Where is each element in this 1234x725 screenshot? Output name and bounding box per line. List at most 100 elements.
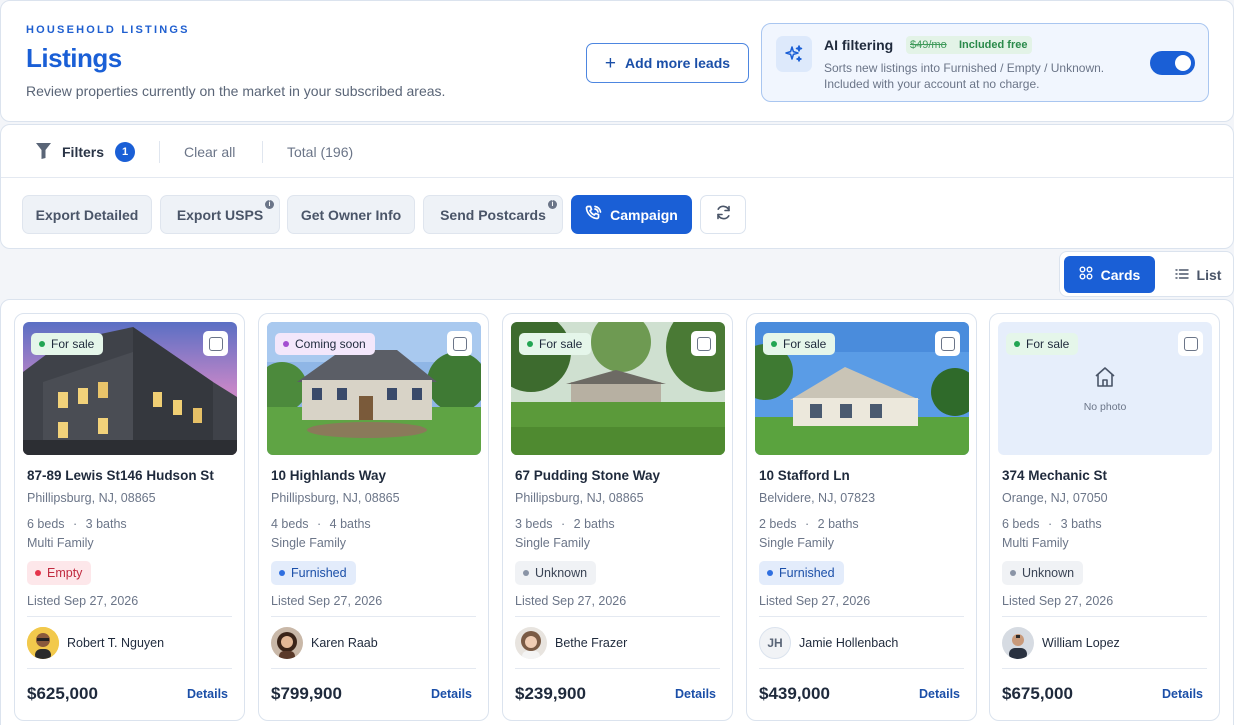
- beds: 4 beds: [271, 517, 309, 531]
- avatar: [271, 627, 303, 659]
- select-checkbox[interactable]: [935, 331, 960, 356]
- page-title: Listings: [26, 43, 122, 73]
- listing-address[interactable]: 10 Highlands Way: [271, 468, 386, 483]
- divider: [262, 141, 263, 163]
- details-link[interactable]: Details: [431, 687, 472, 701]
- owner-name: Karen Raab: [311, 636, 378, 650]
- details-link[interactable]: Details: [187, 687, 228, 701]
- export-detailed-button[interactable]: Export Detailed: [22, 195, 152, 234]
- avatar: [27, 627, 59, 659]
- list-icon: [1174, 267, 1189, 283]
- listing-card[interactable]: For sale 67 Pudding Stone Way Phillipsbu…: [502, 313, 733, 721]
- refresh-button[interactable]: [700, 195, 746, 234]
- listing-card[interactable]: For sale 87-89 Lewis St146 Hudson St Phi…: [14, 313, 245, 721]
- beds: 3 beds: [515, 517, 553, 531]
- details-link[interactable]: Details: [675, 687, 716, 701]
- details-link[interactable]: Details: [1162, 687, 1203, 701]
- listing-photo-placeholder[interactable]: No photo For sale: [998, 322, 1212, 455]
- refresh-icon: [715, 204, 732, 226]
- info-icon[interactable]: i: [265, 200, 274, 209]
- property-type: Single Family: [271, 536, 347, 550]
- furnishing-dot: [279, 570, 285, 576]
- beds-baths: 6 beds · 3 baths: [1002, 517, 1102, 531]
- no-photo-label: No photo: [1083, 401, 1127, 413]
- listing-address[interactable]: 67 Pudding Stone Way: [515, 468, 660, 483]
- view-toggle: Cards List: [1059, 251, 1234, 297]
- ai-desc-line-1: Sorts new listings into Furnished / Empt…: [824, 61, 1105, 75]
- divider: [515, 668, 720, 669]
- property-type: Multi Family: [1002, 536, 1069, 550]
- property-type: Single Family: [759, 536, 835, 550]
- add-more-leads-button[interactable]: + Add more leads: [586, 43, 749, 83]
- ai-desc-line-2: Included with your account at no charge.: [824, 77, 1040, 91]
- send-postcards-label: Send Postcards: [440, 206, 546, 223]
- plus-icon: +: [604, 52, 617, 74]
- listing-address[interactable]: 374 Mechanic St: [1002, 468, 1107, 483]
- send-postcards-button[interactable]: Send Postcards i: [423, 195, 563, 234]
- status-dot: [527, 341, 533, 347]
- furnishing-label: Empty: [47, 566, 83, 580]
- sparkles-icon: [776, 36, 812, 72]
- get-owner-info-button[interactable]: Get Owner Info: [287, 195, 415, 234]
- funnel-icon[interactable]: [35, 142, 52, 165]
- listing-card[interactable]: Coming soon 10 Highlands Way Phillipsbur…: [258, 313, 489, 721]
- info-icon[interactable]: i: [548, 200, 557, 209]
- select-checkbox[interactable]: [1178, 331, 1203, 356]
- furnishing-dot: [35, 570, 41, 576]
- listing-photo[interactable]: For sale: [755, 322, 969, 455]
- listed-date: Listed Sep 27, 2026: [27, 594, 139, 608]
- listing-address[interactable]: 10 Stafford Ln: [759, 468, 850, 483]
- cards-view-label: Cards: [1100, 266, 1141, 283]
- avatar: [1002, 627, 1034, 659]
- grid-icon: [1079, 266, 1093, 283]
- divider: [759, 668, 964, 669]
- listing-address[interactable]: 87-89 Lewis St146 Hudson St: [27, 468, 214, 483]
- listing-price: $239,900: [515, 684, 586, 703]
- furnishing-badge: Furnished: [271, 561, 356, 585]
- select-checkbox[interactable]: [447, 331, 472, 356]
- status-badge: For sale: [31, 333, 104, 355]
- listing-card[interactable]: For sale 10 Stafford Ln Belvidere, NJ, 0…: [746, 313, 977, 721]
- baths: 2 baths: [573, 517, 615, 531]
- export-usps-button[interactable]: Export USPS i: [160, 195, 280, 234]
- filters-button[interactable]: Filters: [62, 144, 104, 160]
- cards-view-button[interactable]: Cards: [1064, 256, 1155, 293]
- toggle-knob: [1175, 55, 1191, 71]
- owner-name: William Lopez: [1042, 636, 1120, 650]
- listing-city: Phillipsburg, NJ, 08865: [27, 491, 156, 505]
- listed-date: Listed Sep 27, 2026: [1002, 594, 1114, 608]
- divider: [271, 668, 476, 669]
- divider: [1002, 668, 1207, 669]
- baths: 3 baths: [1060, 517, 1102, 531]
- list-view-button[interactable]: List: [1167, 256, 1229, 293]
- get-owner-info-label: Get Owner Info: [300, 206, 402, 223]
- status-badge: Coming soon: [275, 333, 375, 355]
- listed-date: Listed Sep 27, 2026: [271, 594, 383, 608]
- status-label: For sale: [783, 337, 827, 351]
- beds: 6 beds: [27, 517, 65, 531]
- status-label: For sale: [539, 337, 583, 351]
- details-link[interactable]: Details: [919, 687, 960, 701]
- listing-card[interactable]: No photo For sale 374 Mechanic St Orange…: [989, 313, 1220, 721]
- status-dot: [1014, 341, 1020, 347]
- beds: 6 beds: [1002, 517, 1040, 531]
- listed-date: Listed Sep 27, 2026: [515, 594, 627, 608]
- select-checkbox[interactable]: [203, 331, 228, 356]
- listing-photo[interactable]: For sale: [23, 322, 237, 455]
- phone-call-icon: [585, 205, 602, 225]
- listing-photo[interactable]: Coming soon: [267, 322, 481, 455]
- beds-baths: 3 beds · 2 baths: [515, 517, 615, 531]
- furnishing-badge: Unknown: [1002, 561, 1084, 585]
- ai-filtering-toggle[interactable]: [1150, 51, 1195, 75]
- listing-city: Phillipsburg, NJ, 08865: [271, 491, 400, 505]
- select-checkbox[interactable]: [691, 331, 716, 356]
- furnishing-dot: [523, 570, 529, 576]
- add-more-leads-label: Add more leads: [625, 55, 731, 71]
- furnishing-label: Unknown: [1022, 566, 1075, 580]
- clear-all-button[interactable]: Clear all: [184, 144, 235, 160]
- furnishing-label: Furnished: [779, 566, 835, 580]
- listing-photo[interactable]: For sale: [511, 322, 725, 455]
- furnishing-label: Furnished: [291, 566, 347, 580]
- campaign-button[interactable]: Campaign: [571, 195, 692, 234]
- ai-filtering-description: Sorts new listings into Furnished / Empt…: [824, 60, 1144, 92]
